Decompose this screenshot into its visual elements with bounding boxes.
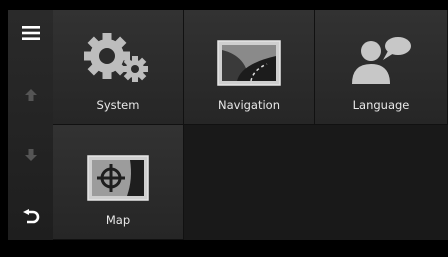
tile-label: Map	[105, 213, 131, 227]
tile-map[interactable]: Map	[53, 125, 184, 240]
arrow-up-icon	[24, 89, 37, 101]
settings-screen: System Navigation Language Map	[0, 0, 448, 257]
arrow-down-icon	[24, 149, 37, 161]
navigation-road-icon	[217, 24, 281, 86]
tile-label: Language	[352, 98, 410, 112]
tile-navigation[interactable]: Navigation	[184, 10, 315, 125]
tile-language[interactable]: Language	[315, 10, 448, 125]
menu-button[interactable]	[8, 10, 53, 56]
hamburger-menu-icon	[21, 26, 40, 40]
settings-grid: System Navigation Language Map	[53, 10, 448, 240]
tile-system[interactable]: System	[53, 10, 184, 125]
bottom-strip	[0, 240, 448, 257]
map-crosshair-icon	[87, 139, 149, 201]
back-button[interactable]	[8, 194, 53, 240]
gears-icon	[80, 24, 156, 86]
tile-label: System	[96, 98, 140, 112]
tile-label: Navigation	[217, 98, 281, 112]
language-speaker-icon	[349, 24, 413, 86]
scroll-up-button[interactable]	[8, 72, 53, 118]
sidebar	[8, 10, 53, 240]
scroll-down-button[interactable]	[8, 132, 53, 178]
back-arrow-icon	[22, 209, 39, 224]
